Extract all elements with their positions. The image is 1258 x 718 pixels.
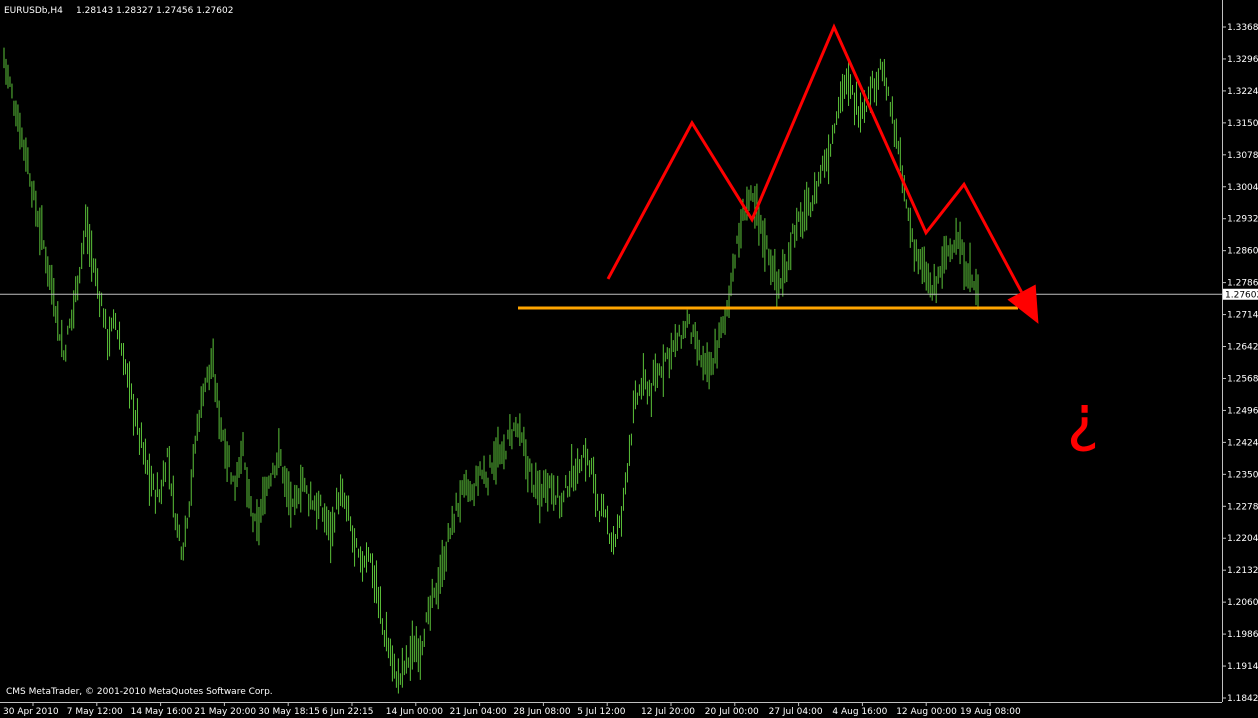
x-tick-label: 4 Aug 16:00 — [832, 707, 887, 717]
x-tick-label: 14 May 16:00 — [131, 707, 193, 717]
x-tick-label: 12 Aug 00:00 — [896, 707, 957, 717]
y-tick-label: 1.28600 — [1227, 247, 1258, 257]
y-tick-label: 1.32240 — [1227, 87, 1258, 97]
current-price-label: 1.27602 — [1225, 290, 1258, 300]
symbol-timeframe: EURUSDb,H4 — [4, 6, 63, 16]
y-tick-label: 1.19860 — [1227, 630, 1258, 640]
ohlc-values: 1.28143 1.28327 1.27456 1.27602 — [76, 6, 233, 16]
y-tick-label: 1.24960 — [1227, 406, 1258, 416]
y-tick-label: 1.21320 — [1227, 566, 1258, 576]
x-tick-label: 19 Aug 08:00 — [960, 707, 1021, 717]
y-tick-label: 1.24240 — [1227, 438, 1258, 448]
y-tick-label: 1.20600 — [1227, 598, 1258, 608]
y-tick-label: 1.27860 — [1227, 279, 1258, 289]
y-tick-label: 1.31500 — [1227, 119, 1258, 129]
y-tick-label: 1.33680 — [1227, 23, 1258, 33]
x-tick-label: 28 Jun 08:00 — [513, 707, 570, 717]
x-tick-label: 21 May 20:00 — [194, 707, 256, 717]
chart-background — [0, 0, 1258, 718]
x-tick-label: 12 Jul 20:00 — [641, 707, 695, 717]
x-tick-label: 20 Jul 00:00 — [705, 707, 759, 717]
copyright-text: CMS MetaTrader, © 2001-2010 MetaQuotes S… — [6, 687, 273, 697]
y-tick-label: 1.22040 — [1227, 534, 1258, 544]
question-mark-annotation: ? — [1067, 390, 1100, 463]
y-tick-label: 1.30040 — [1227, 183, 1258, 193]
y-tick-label: 1.26420 — [1227, 343, 1258, 353]
x-tick-label: 27 Jul 04:00 — [769, 707, 823, 717]
x-tick-label: 21 Jun 04:00 — [450, 707, 507, 717]
y-tick-label: 1.18420 — [1227, 694, 1258, 704]
y-tick-label: 1.22780 — [1227, 502, 1258, 512]
y-tick-label: 1.30780 — [1227, 151, 1258, 161]
y-tick-label: 1.25680 — [1227, 374, 1258, 384]
y-tick-label: 1.27140 — [1227, 311, 1258, 321]
x-tick-label: 30 Apr 2010 — [3, 707, 59, 717]
x-tick-label: 5 Jul 12:00 — [577, 707, 626, 717]
y-tick-label: 1.23500 — [1227, 470, 1258, 480]
x-tick-label: 7 May 12:00 — [67, 707, 123, 717]
price-chart[interactable]: ? 1.33680 1.32960 1.32240 1.31500 1.30780 1.3… — [0, 0, 1258, 718]
x-tick-label: 14 Jun 00:00 — [386, 707, 443, 717]
y-tick-label: 1.32960 — [1227, 55, 1258, 65]
y-tick-label: 1.29320 — [1227, 215, 1258, 225]
y-tick-label: 1.19140 — [1227, 662, 1258, 672]
x-tick-label: 30 May 18:15 — [258, 707, 320, 717]
x-tick-label: 6 Jun 22:15 — [322, 707, 373, 717]
